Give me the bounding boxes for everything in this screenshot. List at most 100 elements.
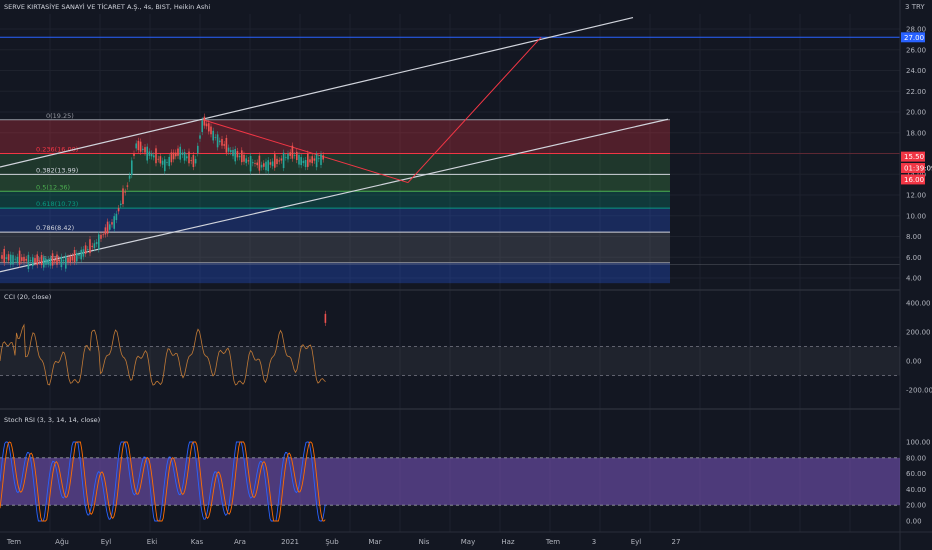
candle-body <box>232 149 234 157</box>
candle-body <box>159 156 162 164</box>
candle-body <box>287 153 289 160</box>
candle-body <box>10 254 12 265</box>
candle-body <box>298 154 300 165</box>
candle-body <box>227 147 230 152</box>
price-tick-9: 8.00 <box>906 233 922 241</box>
candle-body <box>210 126 212 135</box>
stoch-tick-0: 100.00 <box>906 439 931 447</box>
fib-zone-ext <box>0 262 670 284</box>
candle-body <box>131 160 133 176</box>
candle-body <box>14 258 16 260</box>
candle-body <box>263 163 265 167</box>
currency: TRY <box>911 3 926 11</box>
candle-body <box>144 147 146 153</box>
candle-body <box>18 250 21 265</box>
candle-body <box>199 135 201 139</box>
candle-body <box>142 148 144 150</box>
candle-body <box>252 162 254 164</box>
badge-countdown: 01:39:09 <box>904 165 932 173</box>
candle-body <box>260 164 263 168</box>
fib-zone <box>0 191 670 209</box>
candle-body <box>302 160 305 164</box>
time-tick-2: Eyl <box>101 538 112 546</box>
price-tick-8: 10.00 <box>906 212 926 220</box>
candle-body <box>155 148 157 164</box>
candle-body <box>271 161 274 167</box>
time-tick-5: Ara <box>234 538 246 546</box>
candle-body <box>73 249 76 263</box>
candle-body <box>40 255 43 266</box>
candle-body <box>47 259 49 265</box>
candle-body <box>269 162 272 165</box>
candle-body <box>172 152 175 160</box>
candle-body <box>29 260 32 262</box>
candle-body <box>111 222 113 225</box>
candle-body <box>214 137 217 138</box>
candle-body <box>1 255 3 259</box>
candle-body <box>78 254 80 256</box>
candle-body <box>309 159 311 163</box>
candle-body <box>190 160 192 162</box>
candle-body <box>280 158 283 161</box>
candle-body <box>324 313 327 323</box>
time-tick-11: Haz <box>501 538 515 546</box>
chart-canvas[interactable]: 0(19.25)0.236(16.00)0.382(13.99)0.5(12.3… <box>0 0 932 550</box>
candle-body <box>203 116 206 126</box>
time-tick-0: Tem <box>6 538 21 546</box>
candle-body <box>148 151 151 156</box>
candle-body <box>186 156 188 159</box>
cci-band <box>0 346 900 376</box>
candle-body <box>247 160 250 162</box>
candle-body <box>133 153 135 156</box>
candle-body <box>139 141 142 152</box>
time-tick-8: Mar <box>368 538 381 546</box>
candle-body <box>322 155 324 160</box>
candle-body <box>36 254 38 266</box>
candle-body <box>236 151 239 158</box>
stoch-tick-4: 20.00 <box>906 502 926 510</box>
candle-body <box>238 155 241 158</box>
candle-body <box>60 256 63 268</box>
candle-body <box>166 162 168 163</box>
price-tick-11: 4.00 <box>906 275 922 283</box>
candle-body <box>278 160 280 162</box>
badge-price: 15.50 <box>904 153 924 161</box>
price-tick-7: 12.00 <box>906 192 926 200</box>
candle-body <box>21 257 23 261</box>
candle-body <box>208 123 210 132</box>
candle-body <box>146 146 148 161</box>
badge-blue-level: 27.00 <box>904 34 924 42</box>
candle-body <box>315 154 318 168</box>
candle-body <box>27 254 30 270</box>
candle-body <box>5 257 8 259</box>
stoch-tick-1: 80.00 <box>906 454 926 462</box>
candle-body <box>258 155 261 171</box>
fib-level-label: 0.382(13.99) <box>36 166 78 174</box>
candle-body <box>175 152 177 157</box>
candle-body <box>128 175 131 179</box>
candle-body <box>168 156 170 167</box>
chart-title: SERVE KIRTASİYE SANAYİ VE TİCARET A.Ş., … <box>4 2 210 11</box>
candle-body <box>65 255 67 269</box>
candle-body <box>104 227 107 235</box>
candle-body <box>307 153 309 167</box>
candle-body <box>289 152 291 156</box>
candle-body <box>192 155 195 168</box>
fib-zone <box>0 208 670 233</box>
candle-body <box>183 152 186 161</box>
price-tick-1: 26.00 <box>906 46 926 54</box>
candle-body <box>164 159 166 172</box>
time-tick-13: 3 <box>592 538 596 546</box>
candle-body <box>51 253 54 266</box>
candle-body <box>265 161 267 171</box>
candle-body <box>32 257 34 267</box>
candle-body <box>23 256 25 262</box>
fib-level-label: 0.786(8.42) <box>36 224 74 232</box>
candle-body <box>234 148 236 162</box>
candle-body <box>179 146 181 160</box>
candle-body <box>124 191 126 193</box>
cci-tick-1: 200.00 <box>906 329 931 337</box>
candle-body <box>188 151 190 164</box>
candle-body <box>150 153 153 157</box>
candle-body <box>117 208 120 212</box>
